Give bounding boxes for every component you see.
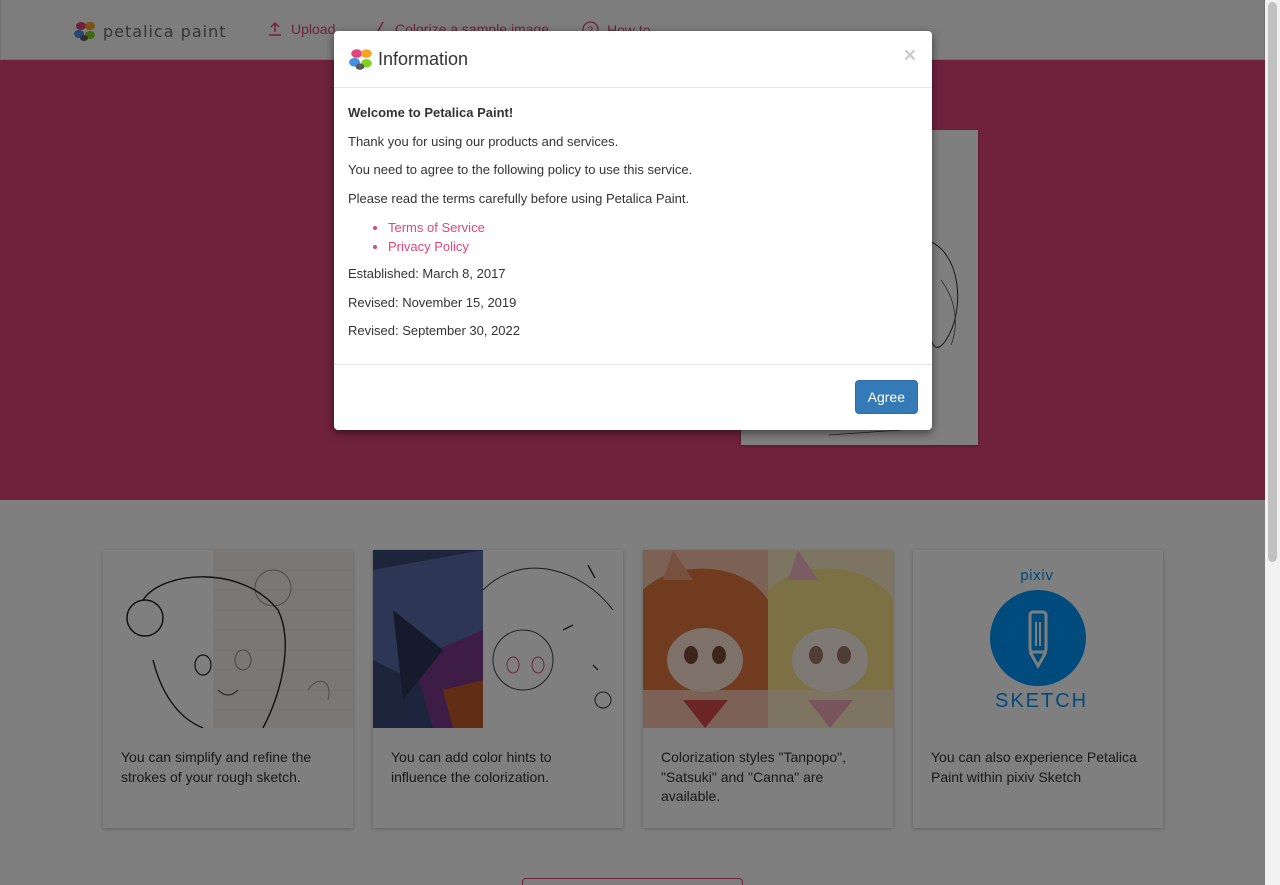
thanks-text: Thank you for using our products and ser…: [348, 133, 619, 149]
page-scrollbar[interactable]: [1265, 0, 1280, 885]
list-item: Privacy Policy: [388, 237, 918, 256]
petal-logo-icon: [349, 49, 372, 70]
modal-header: Information ×: [334, 31, 932, 88]
terms-of-service-link[interactable]: Terms of Service: [388, 220, 485, 235]
established-date: Established: March 8, 2017: [348, 266, 506, 281]
agree-button[interactable]: Agree: [854, 380, 918, 414]
modal-footer: Agree: [334, 365, 932, 429]
scrollbar-thumb[interactable]: [1268, 2, 1277, 562]
revised-date-2: Revised: September 30, 2022: [348, 323, 520, 338]
revised-date-1: Revised: November 15, 2019: [348, 294, 517, 310]
modal-body: Welcome to Petalica Paint! Thank you for…: [334, 88, 932, 365]
privacy-policy-link[interactable]: Privacy Policy: [388, 239, 469, 254]
agree-requirement-text: You need to agree to the following polic…: [348, 162, 693, 177]
policy-links: Terms of Service Privacy Policy: [388, 218, 918, 256]
welcome-text: Welcome to Petalica Paint!: [348, 105, 514, 120]
list-item: Terms of Service: [388, 218, 918, 237]
information-modal: Information × Welcome to Petalica Paint!…: [334, 31, 932, 430]
modal-title: Information: [378, 48, 469, 69]
close-icon[interactable]: ×: [904, 45, 916, 66]
read-terms-text: Please read the terms carefully before u…: [348, 190, 690, 206]
